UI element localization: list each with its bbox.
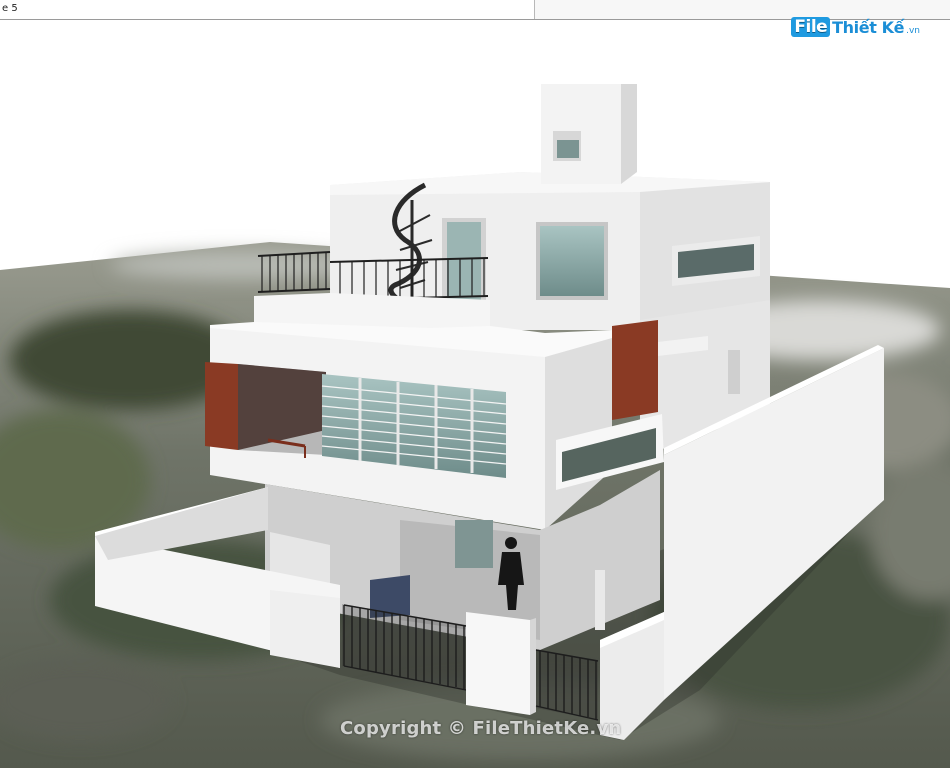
roof-tower (541, 84, 637, 184)
logo-name: Thiết Kế (832, 17, 905, 37)
filethietke-logo[interactable]: File Thiết Kế .vn (791, 12, 920, 42)
copyright-watermark: Copyright © FileThietKe.vn (340, 718, 622, 739)
scene-tab[interactable]: e 5 (0, 0, 535, 19)
logo-mark: File (791, 17, 831, 37)
logo-tld: .vn (906, 26, 920, 36)
model-viewport[interactable] (0, 20, 950, 768)
house-model-render (0, 84, 950, 768)
